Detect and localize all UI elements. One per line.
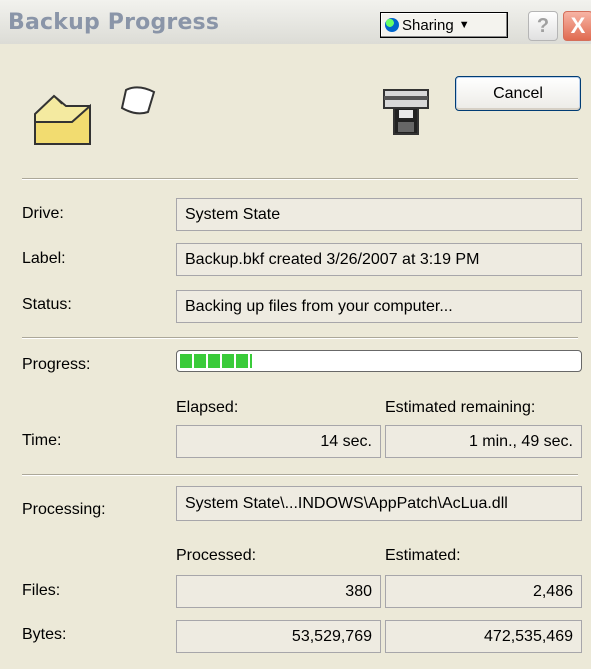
files-label: Files: — [22, 582, 61, 599]
separator — [22, 178, 578, 180]
status-label: Status: — [22, 296, 72, 313]
backup-device-icon — [383, 89, 429, 135]
close-button[interactable]: X — [563, 11, 591, 41]
estimated-header: Estimated: — [385, 547, 461, 564]
globe-icon — [385, 18, 399, 32]
drive-label: Drive: — [22, 205, 64, 222]
help-button[interactable]: ? — [528, 11, 558, 41]
folder-icon — [34, 94, 91, 145]
processing-label: Processing: — [22, 501, 106, 518]
flying-paper-icon — [120, 86, 156, 115]
processed-header: Processed: — [176, 547, 257, 564]
bytes-estimated: 472,535,469 — [385, 620, 582, 653]
label-label: Label: — [22, 250, 66, 267]
chevron-down-icon: ▼ — [458, 19, 470, 31]
status-value: Backing up files from your computer... — [176, 290, 582, 323]
progress-label: Progress: — [22, 356, 91, 373]
files-processed: 380 — [176, 575, 381, 608]
progress-bar — [176, 350, 582, 372]
processing-value: System State\...INDOWS\AppPatch\AcLua.dl… — [176, 486, 582, 521]
files-estimated: 2,486 — [385, 575, 582, 608]
elapsed-value: 14 sec. — [176, 425, 381, 458]
cancel-button[interactable]: Cancel — [455, 76, 581, 111]
separator — [22, 474, 578, 476]
time-label: Time: — [22, 432, 62, 449]
label-value: Backup.bkf created 3/26/2007 at 3:19 PM — [176, 243, 582, 276]
separator — [22, 337, 578, 339]
bytes-label: Bytes: — [22, 626, 67, 643]
elapsed-header: Elapsed: — [176, 399, 239, 416]
remaining-value: 1 min., 49 sec. — [385, 425, 582, 458]
window-title: Backup Progress — [8, 10, 220, 35]
progress-fill — [180, 354, 252, 368]
sharing-button[interactable]: Sharing ▼ — [380, 12, 508, 38]
title-bar: Backup Progress Sharing ▼ ? X — [0, 0, 591, 44]
drive-value: System State — [176, 198, 582, 231]
bytes-processed: 53,529,769 — [176, 620, 381, 653]
sharing-label: Sharing — [402, 16, 454, 34]
remaining-header: Estimated remaining: — [385, 399, 536, 416]
